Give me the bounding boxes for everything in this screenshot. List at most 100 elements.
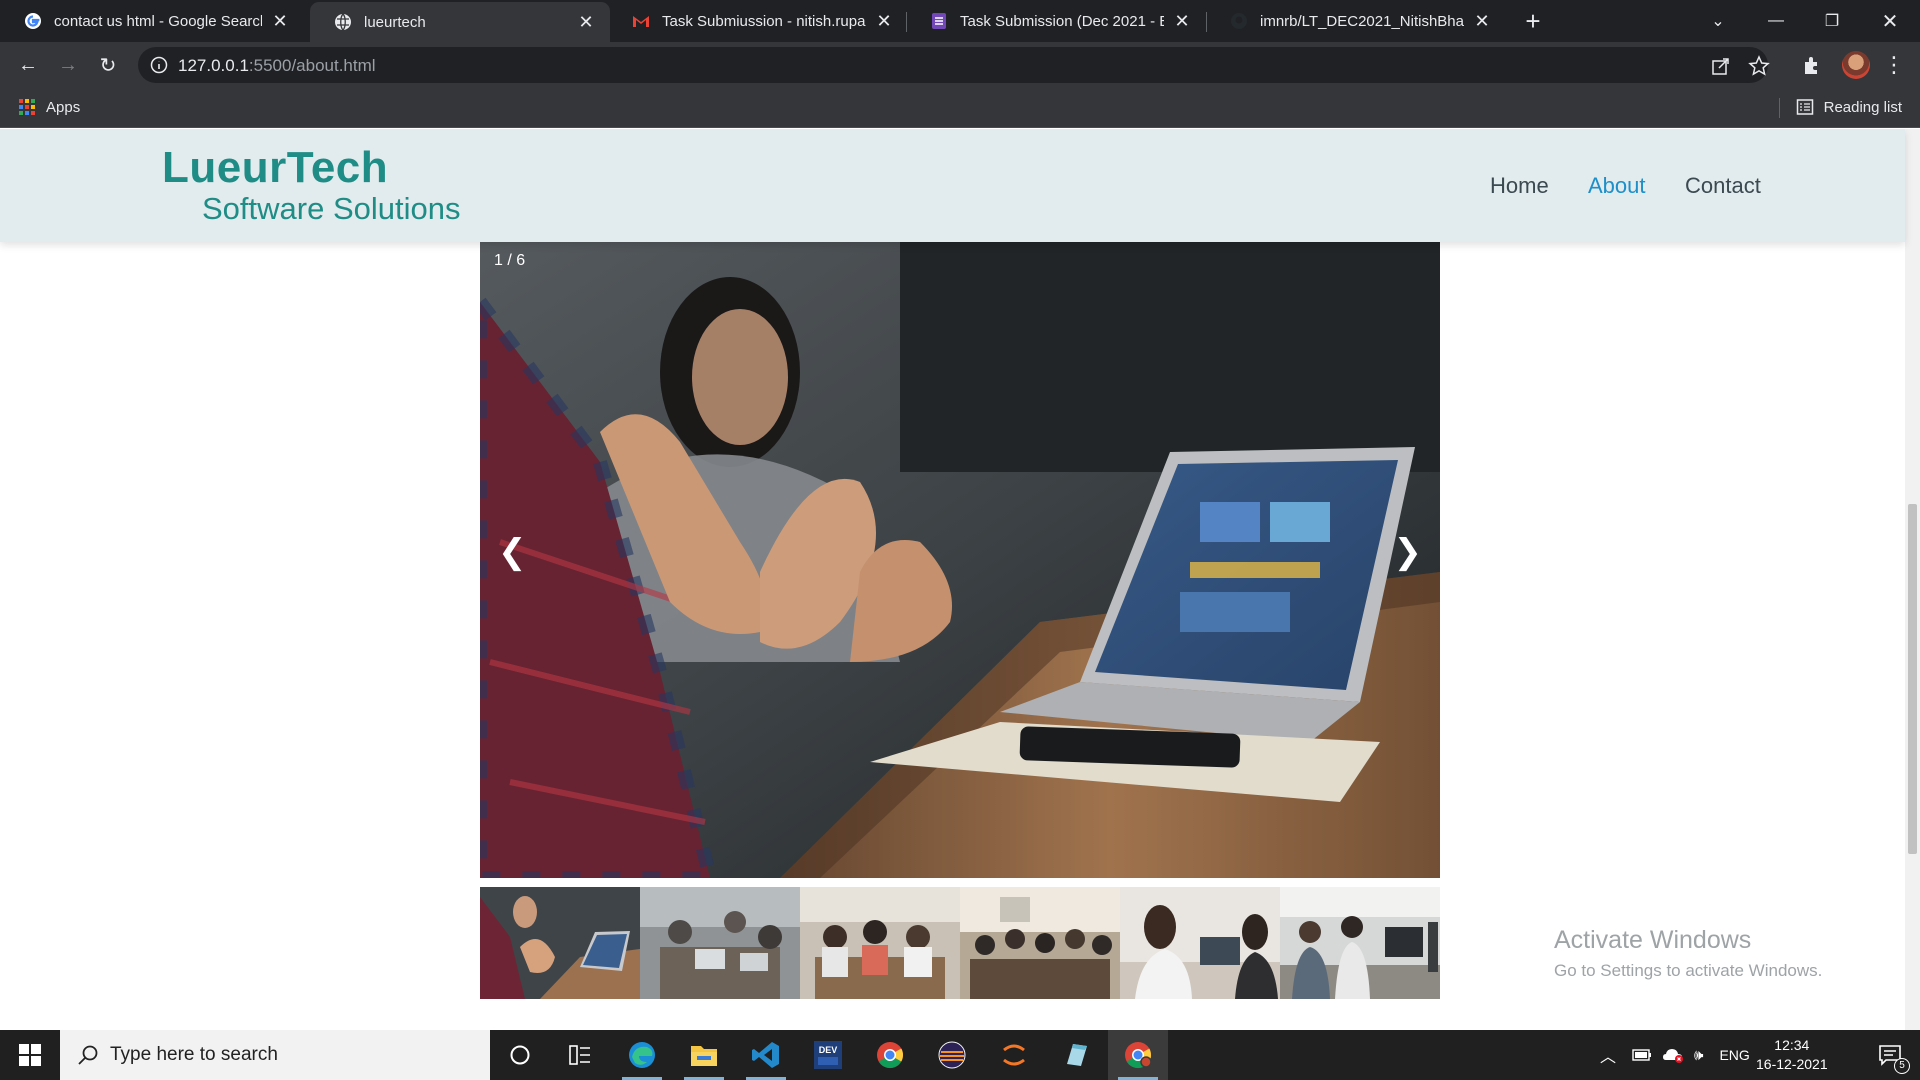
- share-icon[interactable]: [1710, 55, 1732, 77]
- reading-list-icon: [1796, 99, 1813, 115]
- slideshow-main-image: 1 / 6 ❮ ❯: [480, 242, 1440, 878]
- bookmark-star-icon[interactable]: [1748, 55, 1770, 77]
- reading-list-button[interactable]: Reading list: [1796, 98, 1902, 116]
- close-icon[interactable]: ✕: [1472, 11, 1492, 31]
- globe-icon: [334, 13, 352, 31]
- system-tray: ︿ 🕪 ENG: [1600, 1030, 1750, 1080]
- reading-list-label: Reading list: [1823, 98, 1902, 116]
- thumbnail-1[interactable]: [480, 887, 640, 999]
- gmail-icon: [632, 12, 650, 30]
- new-tab-button[interactable]: +: [1519, 8, 1547, 36]
- close-window-button[interactable]: ✕: [1862, 0, 1918, 42]
- tab-title: Task Submiussion - nitish.rupak@: [662, 12, 866, 30]
- thumbnail-6[interactable]: [1280, 887, 1440, 999]
- page-viewport: LueurTech Software Solutions Home About …: [0, 129, 1920, 1030]
- windows-logo-icon: [19, 1044, 41, 1066]
- tab-gmail[interactable]: Task Submiussion - nitish.rupak@ ✕: [608, 0, 908, 42]
- site-logo[interactable]: LueurTech: [162, 143, 388, 193]
- search-icon: [78, 1045, 98, 1065]
- vscode-icon[interactable]: [736, 1030, 796, 1080]
- browser-toolbar: ← → ↻ 127.0.0.1:5500/about.html ⋮: [0, 42, 1920, 88]
- nav-home[interactable]: Home: [1490, 173, 1549, 199]
- watermark-subtitle: Go to Settings to activate Windows.: [1554, 961, 1823, 980]
- tab-title: lueurtech: [364, 13, 426, 31]
- taskbar-clock[interactable]: 12:34 16-12-2021: [1756, 1036, 1828, 1074]
- tab-forms[interactable]: Task Submission (Dec 2021 - Batc ✕: [906, 0, 1206, 42]
- language-indicator[interactable]: ENG: [1719, 1047, 1749, 1063]
- apps-label: Apps: [46, 98, 81, 116]
- bookmark-divider: [1779, 98, 1780, 118]
- nav-about[interactable]: About: [1588, 173, 1646, 199]
- tab-lueurtech[interactable]: lueurtech ✕: [310, 2, 610, 42]
- slide-next-button[interactable]: ❯: [1394, 532, 1423, 572]
- clock-date: 16-12-2021: [1756, 1056, 1828, 1072]
- extensions-icon[interactable]: [1801, 54, 1823, 76]
- onedrive-error-icon[interactable]: [1662, 1046, 1684, 1064]
- jupyter-icon[interactable]: [984, 1030, 1044, 1080]
- tray-overflow-chevron-icon[interactable]: ︿: [1600, 1043, 1616, 1067]
- info-icon[interactable]: [150, 56, 168, 74]
- tab-title: Task Submission (Dec 2021 - Batc: [960, 12, 1164, 30]
- url-path: :5500/about.html: [248, 56, 376, 75]
- thumbnail-3[interactable]: [800, 887, 960, 999]
- task-view-icon[interactable]: [550, 1030, 610, 1080]
- notification-count-badge: 5: [1894, 1058, 1910, 1074]
- thumbnail-5[interactable]: [1120, 887, 1280, 999]
- eclipse-icon[interactable]: [922, 1030, 982, 1080]
- volume-icon[interactable]: 🕪: [1694, 1047, 1703, 1064]
- devc-icon[interactable]: DEV: [798, 1030, 858, 1080]
- thumbnail-4[interactable]: [960, 887, 1120, 999]
- forward-icon[interactable]: →: [52, 49, 84, 81]
- close-icon[interactable]: ✕: [576, 12, 596, 32]
- profile-avatar[interactable]: [1842, 51, 1870, 79]
- slide-counter: 1 / 6: [494, 252, 526, 269]
- apps-grid-icon: [19, 99, 35, 115]
- url-text: 127.0.0.1:5500/about.html: [178, 56, 376, 76]
- chrome-icon[interactable]: [860, 1030, 920, 1080]
- restore-button[interactable]: ❐: [1804, 0, 1860, 42]
- url-host: 127.0.0.1: [178, 56, 249, 75]
- file-explorer-icon[interactable]: [674, 1030, 734, 1080]
- tab-github[interactable]: imnrb/LT_DEC2021_NitishBhattac ✕: [1206, 0, 1506, 42]
- minimize-button[interactable]: —: [1748, 0, 1804, 42]
- forms-icon: [930, 12, 948, 30]
- bookmarks-bar: Apps Reading list: [0, 88, 1920, 128]
- edge-icon[interactable]: [612, 1030, 672, 1080]
- chrome-active-icon[interactable]: [1108, 1030, 1168, 1080]
- battery-icon[interactable]: [1632, 1048, 1652, 1062]
- clock-time: 12:34: [1774, 1037, 1810, 1053]
- nav-contact[interactable]: Contact: [1685, 173, 1761, 199]
- close-icon[interactable]: ✕: [1172, 11, 1192, 31]
- close-icon[interactable]: ✕: [270, 11, 290, 31]
- watermark-title: Activate Windows: [1554, 926, 1752, 954]
- thumbnail-2[interactable]: [640, 887, 800, 999]
- svg-text:DEV: DEV: [819, 1045, 838, 1055]
- back-icon[interactable]: ←: [12, 49, 44, 81]
- windows-activation-watermark: Activate Windows Go to Settings to activ…: [1554, 926, 1822, 981]
- slideshow-thumbnails: [480, 887, 1440, 999]
- taskbar-search-box[interactable]: Type here to search: [60, 1030, 490, 1080]
- slide-photo-meeting-laptop: [480, 242, 1440, 878]
- tab-title: contact us html - Google Search: [54, 12, 262, 30]
- github-icon: [1230, 12, 1248, 30]
- site-header: LueurTech Software Solutions Home About …: [0, 129, 1905, 242]
- tab-title: imnrb/LT_DEC2021_NitishBhattac: [1260, 12, 1464, 30]
- close-icon[interactable]: ✕: [874, 11, 894, 31]
- page-scrollbar[interactable]: [1905, 129, 1920, 1030]
- notepad-icon[interactable]: [1046, 1030, 1106, 1080]
- site-logo-tagline: Software Solutions: [202, 191, 461, 226]
- reload-icon[interactable]: ↻: [92, 49, 124, 81]
- scrollbar-thumb[interactable]: [1908, 504, 1917, 854]
- tab-search-chevron-icon[interactable]: ⌄: [1690, 0, 1746, 42]
- windows-taskbar: Type here to search DEV ︿ 🕪 ENG 12:34 16…: [0, 1030, 1920, 1080]
- notification-center-button[interactable]: 5: [1860, 1030, 1920, 1080]
- address-bar[interactable]: 127.0.0.1:5500/about.html: [138, 47, 1770, 83]
- menu-kebab-icon[interactable]: ⋮: [1878, 49, 1910, 81]
- windows-start-button[interactable]: [0, 1030, 60, 1080]
- cortana-icon[interactable]: [490, 1030, 550, 1080]
- tab-google-search[interactable]: contact us html - Google Search ✕: [0, 0, 304, 42]
- apps-shortcut[interactable]: Apps: [18, 98, 80, 116]
- slide-prev-button[interactable]: ❮: [498, 532, 527, 572]
- google-icon: [24, 12, 42, 30]
- browser-tabstrip: contact us html - Google Search ✕ lueurt…: [0, 0, 1920, 42]
